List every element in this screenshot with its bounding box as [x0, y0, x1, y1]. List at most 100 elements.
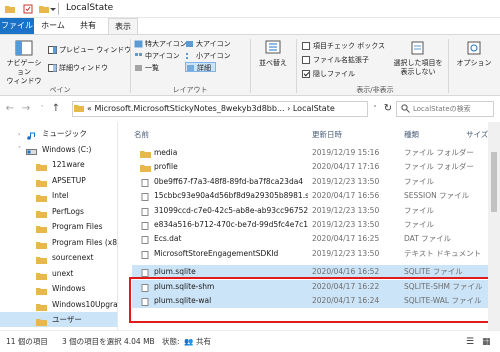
vertical-scrollbar[interactable] [488, 122, 500, 330]
nav-item[interactable]: Program Files (x86) [0, 235, 118, 250]
column-header-date[interactable]: 更新日時 [312, 128, 342, 142]
share-icon: 👥 [184, 337, 194, 346]
column-header-size[interactable]: サイズ [466, 128, 488, 142]
item-checkbox-toggle[interactable]: 項目チェック ボックス [302, 41, 385, 51]
file-row[interactable]: 0be9ff67-f7a3-48f8-89fd-ba7f8ca23da4 2019… [132, 175, 492, 189]
sort-label: 並べ替え [259, 59, 287, 67]
forward-button[interactable]: → [20, 102, 32, 116]
properties-icon[interactable] [22, 3, 34, 15]
folder-icon [36, 177, 47, 187]
refresh-button[interactable]: ↻ [382, 102, 394, 116]
nav-item-label: 121ware [52, 160, 85, 169]
nav-item[interactable]: ˅ Windows (C:) [0, 142, 117, 157]
nav-item-label: Windows [52, 284, 86, 293]
folder-icon [140, 163, 151, 173]
layout-small-icons[interactable]: 小アイコン [185, 51, 231, 61]
folder-icon [36, 223, 47, 233]
nav-item-label: ミュージック [42, 129, 87, 138]
tab-share[interactable]: 共有 [74, 18, 102, 34]
sort-button[interactable]: 並べ替え [256, 39, 290, 68]
layout-item-label: 詳細 [197, 64, 211, 72]
file-date: 2020/04/17 17:16 [312, 162, 380, 172]
nav-item[interactable]: Program Files [0, 219, 117, 234]
file-row[interactable]: Ecs.dat 2020/04/17 16:25 DAT ファイル [132, 232, 492, 246]
file-row[interactable]: 15cbbc93e90a4d56bf8d9a29305b8981.sto... 2… [132, 189, 492, 203]
nav-item[interactable]: unext [0, 266, 117, 281]
nav-item[interactable]: › ミュージック [0, 126, 117, 142]
options-label: オプション [456, 59, 492, 67]
options-button[interactable]: オプション [452, 39, 496, 68]
layout-details[interactable]: 詳細 [185, 62, 216, 72]
new-folder-icon[interactable] [38, 3, 50, 15]
column-header-type[interactable]: 種類 [404, 128, 419, 142]
tab-file[interactable]: ファイル [0, 18, 34, 34]
nav-item[interactable]: Windows [0, 281, 117, 296]
navigation-pane-label: ナビゲーション ウィンドウ [6, 59, 42, 85]
up-button[interactable]: ↑ [50, 102, 62, 116]
expand-chevron-icon[interactable]: ˅ [18, 142, 26, 157]
file-name: 31099ccd-c7e0-42c5-ab8e-ab93cc967527 [154, 205, 308, 215]
folder-icon [36, 208, 47, 218]
hidden-files-toggle[interactable]: 隠しファイル [302, 69, 355, 79]
nav-item[interactable]: Intel [0, 188, 117, 203]
file-name: 15cbbc93e90a4d56bf8d9a29305b8981.sto... [154, 191, 308, 201]
nav-item-label: Windows10Upgrade [52, 299, 118, 309]
layout-large-icons[interactable]: 大アイコン [185, 39, 231, 49]
file-row[interactable]: profile 2020/04/17 17:16 ファイル フォルダー [132, 160, 492, 174]
details-view-toggle[interactable]: ☰ [466, 331, 474, 352]
hide-selected-icon [411, 41, 424, 55]
nav-item-label: Program Files (x86) [52, 237, 118, 247]
column-header-name[interactable]: 名前 [134, 128, 149, 142]
file-row[interactable]: MicrosoftStoreEngagementSDKId 2019/12/23 … [132, 247, 492, 261]
layout-item-label: 一覧 [145, 64, 159, 72]
tab-home[interactable]: ホーム [38, 18, 68, 34]
item-checkbox-check[interactable] [302, 42, 310, 50]
file-row[interactable]: 31099ccd-c7e0-42c5-ab8e-ab93cc967527 2019… [132, 204, 492, 218]
nav-item-label: APSETUP [52, 175, 86, 185]
search-input[interactable]: LocalStateの検索 [396, 101, 494, 117]
hide-selected-button[interactable]: 選択した項目を 表示しない [392, 39, 444, 77]
options-icon [467, 41, 481, 55]
file-date: 2019/12/23 13:50 [312, 248, 380, 258]
file-extension-check[interactable] [302, 56, 310, 64]
file-type: ファイル [404, 176, 434, 186]
title-bar: LocalState [0, 0, 500, 18]
details-pane-button[interactable]: 詳細ウィンドウ [48, 63, 108, 73]
nav-item[interactable]: ユーザー [0, 312, 117, 327]
expand-chevron-icon[interactable]: › [18, 127, 26, 142]
hidden-files-check[interactable] [302, 70, 310, 78]
large-icons-view-toggle[interactable]: ▦ [482, 331, 491, 352]
nav-item[interactable]: sourcenext [0, 250, 117, 265]
scrollbar-thumb[interactable] [491, 152, 497, 212]
file-type: ファイル [404, 205, 434, 215]
layout-item-label: 大アイコン [196, 40, 231, 48]
file-date: 2019/12/19 15:16 [312, 148, 380, 157]
file-row[interactable]: e834a516-b712-470c-be7d-99d5fc4e7c16 2019… [132, 218, 492, 232]
layout-list[interactable]: 一覧 [134, 63, 159, 73]
layout-medium-icons[interactable]: 中アイコン [134, 51, 180, 61]
preview-pane-button[interactable]: プレビュー ウィンドウ [48, 45, 131, 55]
nav-item[interactable]: APSETUP [0, 173, 117, 188]
folder-icon [36, 301, 47, 311]
nav-item[interactable]: 121ware [0, 157, 117, 172]
nav-item[interactable]: PerfLogs [0, 204, 117, 219]
address-bar-row: ← → ˅ ↑ « Microsoft.MicrosoftStickyNotes… [0, 98, 500, 120]
details-icon [187, 65, 194, 71]
address-bar[interactable]: « Microsoft.MicrosoftStickyNotes_8wekyb3… [72, 101, 368, 117]
folder-icon [140, 149, 151, 158]
file-row[interactable]: media 2019/12/19 15:16 ファイル フォルダー [132, 146, 492, 160]
back-button[interactable]: ← [4, 102, 16, 116]
layout-extra-large-icons[interactable]: 特大アイコン [134, 39, 187, 49]
file-type: ファイル フォルダー [404, 148, 474, 157]
address-dropdown-button[interactable]: ˅ [370, 102, 380, 116]
quick-access-dropdown-icon[interactable] [50, 3, 56, 15]
navigation-pane-button[interactable]: ナビゲーション ウィンドウ [4, 39, 44, 86]
small-icons-icon [186, 53, 188, 59]
file-extension-toggle[interactable]: ファイル名拡張子 [302, 55, 369, 65]
tab-view[interactable]: 表示 [108, 18, 138, 34]
file-icon [140, 207, 151, 216]
nav-item[interactable]: Windows10Upgrade [0, 297, 118, 312]
navigation-pane-icon [15, 40, 33, 56]
file-type: テキスト ドキュメント [404, 248, 482, 258]
recent-locations-button[interactable]: ˅ [36, 102, 48, 116]
